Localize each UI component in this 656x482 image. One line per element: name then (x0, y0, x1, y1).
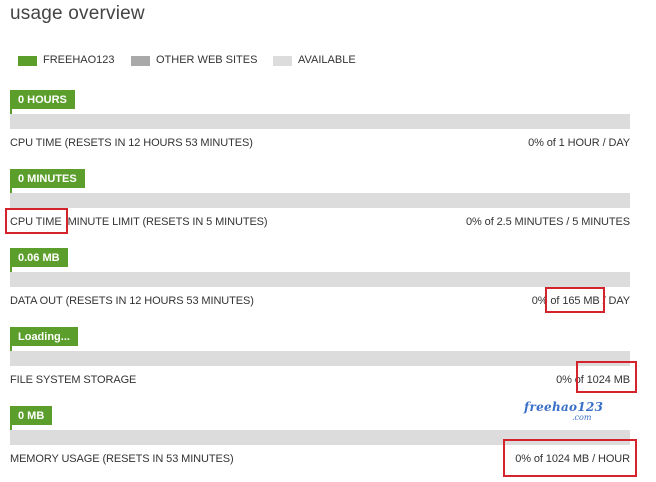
usage-label: CPU TIME (RESETS IN 12 HOURS 53 MINUTES) (10, 137, 253, 149)
usage-label-main: CPU TIME (10, 137, 62, 149)
legend-label-site: FREEHAO123 (43, 54, 115, 66)
usage-value: 0% of 1 HOUR / DAY (528, 137, 630, 149)
highlight-data-out-limit (545, 287, 605, 313)
usage-label: FILE SYSTEM STORAGE (10, 374, 139, 386)
usage-badge: 0 MINUTES (10, 169, 85, 188)
highlight-cpu-time-label (5, 208, 68, 234)
usage-badge: 0 HOURS (10, 90, 75, 109)
usage-label-sub: (RESETS IN 12 HOURS 53 MINUTES) (65, 295, 254, 307)
usage-value: 0% of 2.5 MINUTES / 5 MINUTES (466, 216, 630, 228)
usage-badge: 0.06 MB (10, 248, 68, 267)
usage-label-main: MEMORY USAGE (10, 453, 100, 465)
usage-bar-cpu-daily: 0 HOURS CPU TIME (RESETS IN 12 HOURS 53 M… (0, 90, 656, 160)
legend-swatch-other (131, 56, 150, 66)
usage-label-sub: MINUTE LIMIT (RESETS IN 5 MINUTES) (67, 216, 268, 228)
usage-label: MEMORY USAGE (RESETS IN 53 MINUTES) (10, 453, 234, 465)
usage-bar-cpu-minute: 0 MINUTES CPU TIME MINUTE LIMIT (RESETS I… (0, 169, 656, 239)
usage-label: DATA OUT (RESETS IN 12 HOURS 53 MINUTES) (10, 295, 254, 307)
highlight-memory-limit (503, 439, 637, 477)
legend-swatch-available (273, 56, 292, 66)
usage-label-sub: (RESETS IN 12 HOURS 53 MINUTES) (64, 137, 253, 149)
page-title: usage overview (10, 3, 145, 24)
usage-track (10, 114, 630, 129)
watermark-text: freehao123 (524, 400, 604, 414)
usage-label-main: DATA OUT (10, 295, 63, 307)
legend-label-available: AVAILABLE (298, 54, 356, 66)
usage-label-main: FILE SYSTEM STORAGE (10, 374, 137, 386)
usage-track (10, 272, 630, 287)
legend-label-other: OTHER WEB SITES (156, 54, 258, 66)
watermark-domain: .com (572, 413, 592, 422)
legend-swatch-site (18, 56, 37, 66)
usage-bar-storage: Loading... FILE SYSTEM STORAGE 0% of 102… (0, 327, 656, 397)
watermark-logo: freehao123 .com (524, 400, 604, 430)
usage-label-sub: (RESETS IN 53 MINUTES) (102, 453, 234, 465)
usage-badge: Loading... (10, 327, 78, 346)
highlight-storage-limit (576, 361, 637, 393)
usage-badge: 0 MB (10, 406, 53, 425)
usage-track (10, 193, 630, 208)
usage-track (10, 351, 630, 366)
